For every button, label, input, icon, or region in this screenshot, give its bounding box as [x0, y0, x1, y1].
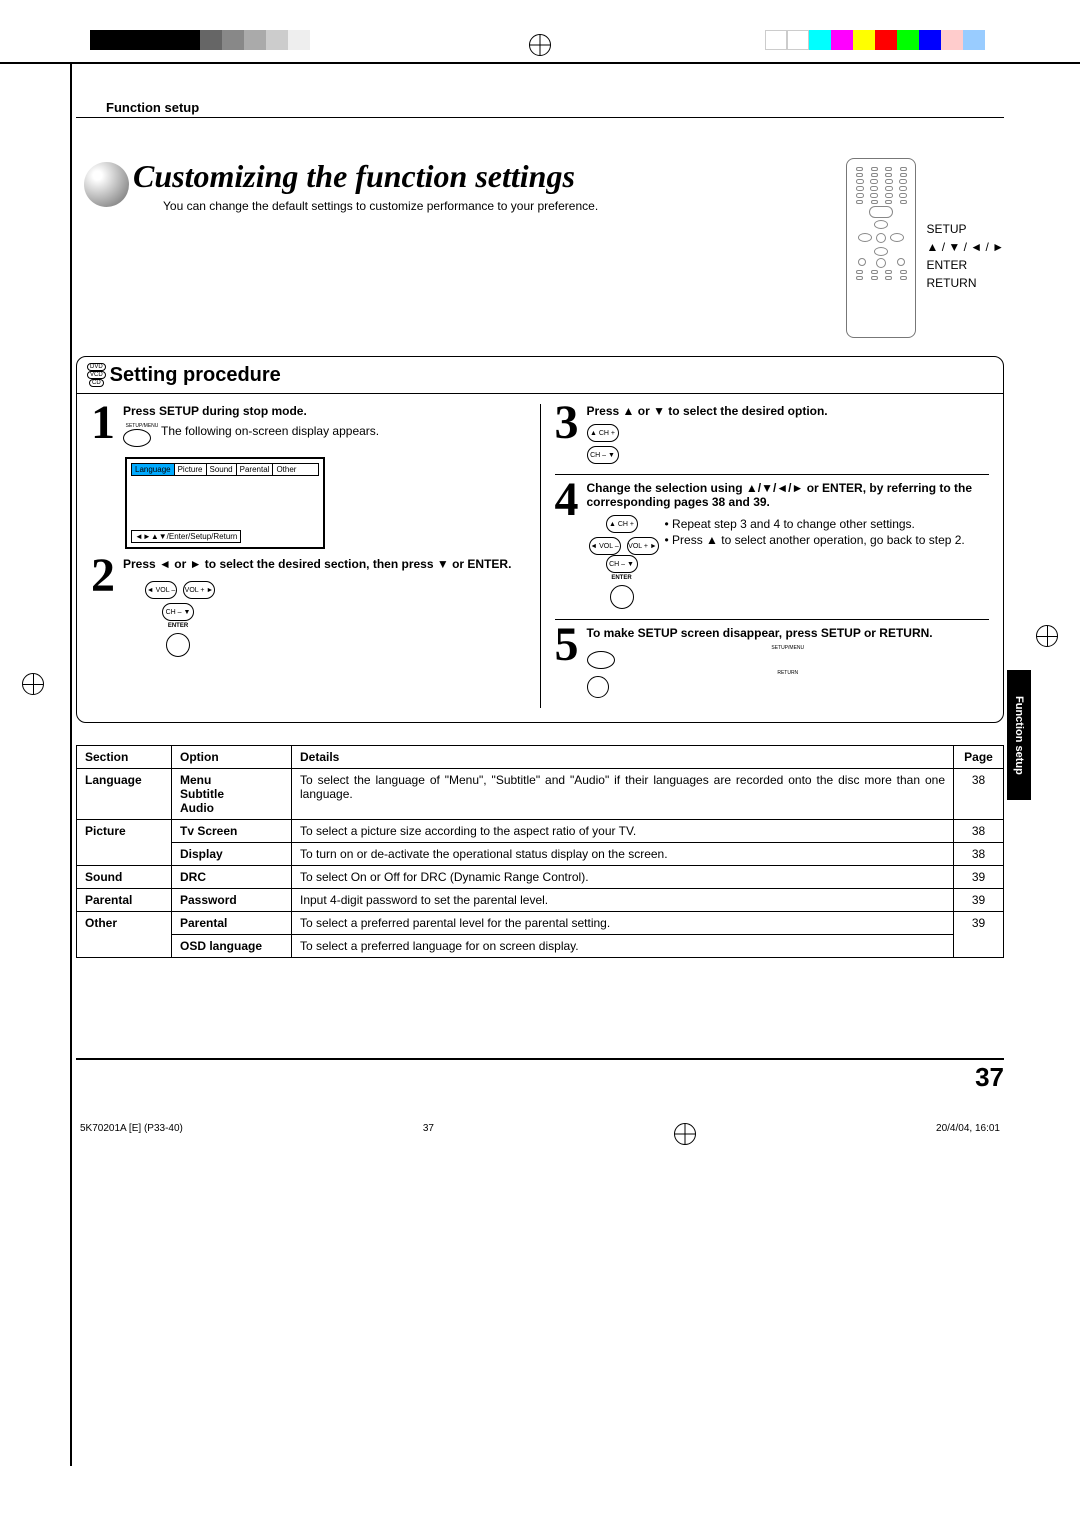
thumb-tab: Function setup [1007, 670, 1031, 800]
header-section: Function setup [106, 100, 199, 115]
return-button-icon [587, 676, 609, 698]
step-2-title: Press ◄ or ► to select the desired secti… [123, 557, 526, 571]
th-section: Section [77, 746, 172, 769]
color-bars-left [90, 30, 310, 50]
sphere-bullet-icon [84, 162, 129, 207]
step-4-bullet1: • Repeat step 3 and 4 to change other se… [665, 517, 990, 531]
page-header: Function setup [76, 100, 1004, 118]
table-row: Parental Password Input 4-digit password… [77, 889, 1004, 912]
printer-marks [0, 0, 1080, 60]
table-row: OSD language To select a preferred langu… [77, 935, 1004, 958]
settings-table: Section Option Details Page Language Men… [76, 745, 1004, 958]
registration-mark-icon [529, 34, 551, 56]
step-number-icon: 3 [555, 404, 583, 442]
setup-button-icon [123, 429, 151, 447]
vol-minus-icon: ◄ VOL – [145, 581, 177, 599]
remote-nav-label: ▲ / ▼ / ◄ / ► [926, 238, 1004, 256]
color-bars-right [765, 30, 985, 50]
ch-minus-icon: CH – ▼ [162, 603, 194, 621]
vol-plus-icon: VOL + ► [627, 537, 659, 555]
step-2: 2 Press ◄ or ► to select the desired sec… [91, 557, 526, 657]
procedure-panel: DVD VCD CD Setting procedure 1 Press SET… [76, 356, 1004, 723]
step-number-icon: 5 [555, 626, 583, 664]
step-5: 5 To make SETUP screen disappear, press … [555, 626, 990, 698]
thumb-tab-label: Function setup [1013, 696, 1025, 775]
remote-enter-label: ENTER [926, 256, 1004, 274]
procedure-title: Setting procedure [110, 364, 281, 387]
table-row: Language Menu Subtitle Audio To select t… [77, 769, 1004, 820]
remote-setup-label: SETUP [926, 220, 1004, 238]
footer: 5K70201A [E] (P33-40) 37 20/4/04, 16:01 [76, 1123, 1004, 1145]
step-4-title: Change the selection using ▲/▼/◄/► or EN… [587, 481, 990, 509]
step-5-title: To make SETUP screen disappear, press SE… [587, 626, 990, 640]
step-1-title: Press SETUP during stop mode. [123, 404, 526, 418]
step-3-title: Press ▲ or ▼ to select the desired optio… [587, 404, 990, 418]
step-4-bullet2: • Press ▲ to select another operation, g… [665, 533, 990, 547]
step-3: 3 Press ▲ or ▼ to select the desired opt… [555, 404, 990, 464]
step-number-icon: 2 [91, 557, 119, 595]
step-number-icon: 4 [555, 481, 583, 519]
footer-page: 37 [423, 1123, 434, 1145]
vol-plus-icon: VOL + ► [183, 581, 215, 599]
remote-return-label: RETURN [926, 274, 1004, 292]
enter-button-icon [166, 633, 190, 657]
footer-date: 20/4/04, 16:01 [936, 1123, 1000, 1145]
step-number-icon: 1 [91, 404, 119, 442]
ch-minus-icon: CH – ▼ [587, 446, 619, 464]
registration-mark-icon [22, 673, 44, 695]
footer-doc: 5K70201A [E] (P33-40) [80, 1123, 183, 1145]
page-number: 37 [76, 1062, 1004, 1093]
crop-line [70, 62, 72, 1466]
th-page: Page [954, 746, 1004, 769]
th-option: Option [172, 746, 292, 769]
page-number-block: 37 [76, 1058, 1004, 1093]
table-row: Sound DRC To select On or Off for DRC (D… [77, 866, 1004, 889]
step-4: 4 Change the selection using ▲/▼/◄/► or … [555, 481, 990, 609]
vol-minus-icon: ◄ VOL – [589, 537, 621, 555]
registration-mark-icon [674, 1123, 696, 1145]
remote-label-block: SETUP ▲ / ▼ / ◄ / ► ENTER RETURN [926, 220, 1004, 292]
ch-minus-icon: CH – ▼ [606, 555, 638, 573]
disc-icons: DVD VCD CD [87, 363, 106, 387]
th-details: Details [292, 746, 954, 769]
table-row: Other Parental To select a preferred par… [77, 912, 1004, 935]
registration-mark-icon [1036, 625, 1058, 647]
ch-plus-icon: ▲ CH + [606, 515, 638, 533]
table-row: Picture Tv Screen To select a picture si… [77, 820, 1004, 843]
crop-line [0, 62, 1080, 64]
ch-plus-icon: ▲ CH + [587, 424, 619, 442]
table-row: Display To turn on or de-activate the op… [77, 843, 1004, 866]
osd-preview: Language Picture Sound Parental Other ◄►… [125, 457, 325, 549]
page-subtitle: You can change the default settings to c… [163, 199, 830, 213]
step-1-body: The following on-screen display appears. [161, 424, 379, 438]
remote-control-icon [846, 158, 916, 338]
setup-button-icon [587, 651, 615, 669]
page-title: Customizing the function settings [133, 158, 830, 195]
enter-button-icon [610, 585, 634, 609]
step-1: 1 Press SETUP during stop mode. SETUP/ME… [91, 404, 526, 447]
